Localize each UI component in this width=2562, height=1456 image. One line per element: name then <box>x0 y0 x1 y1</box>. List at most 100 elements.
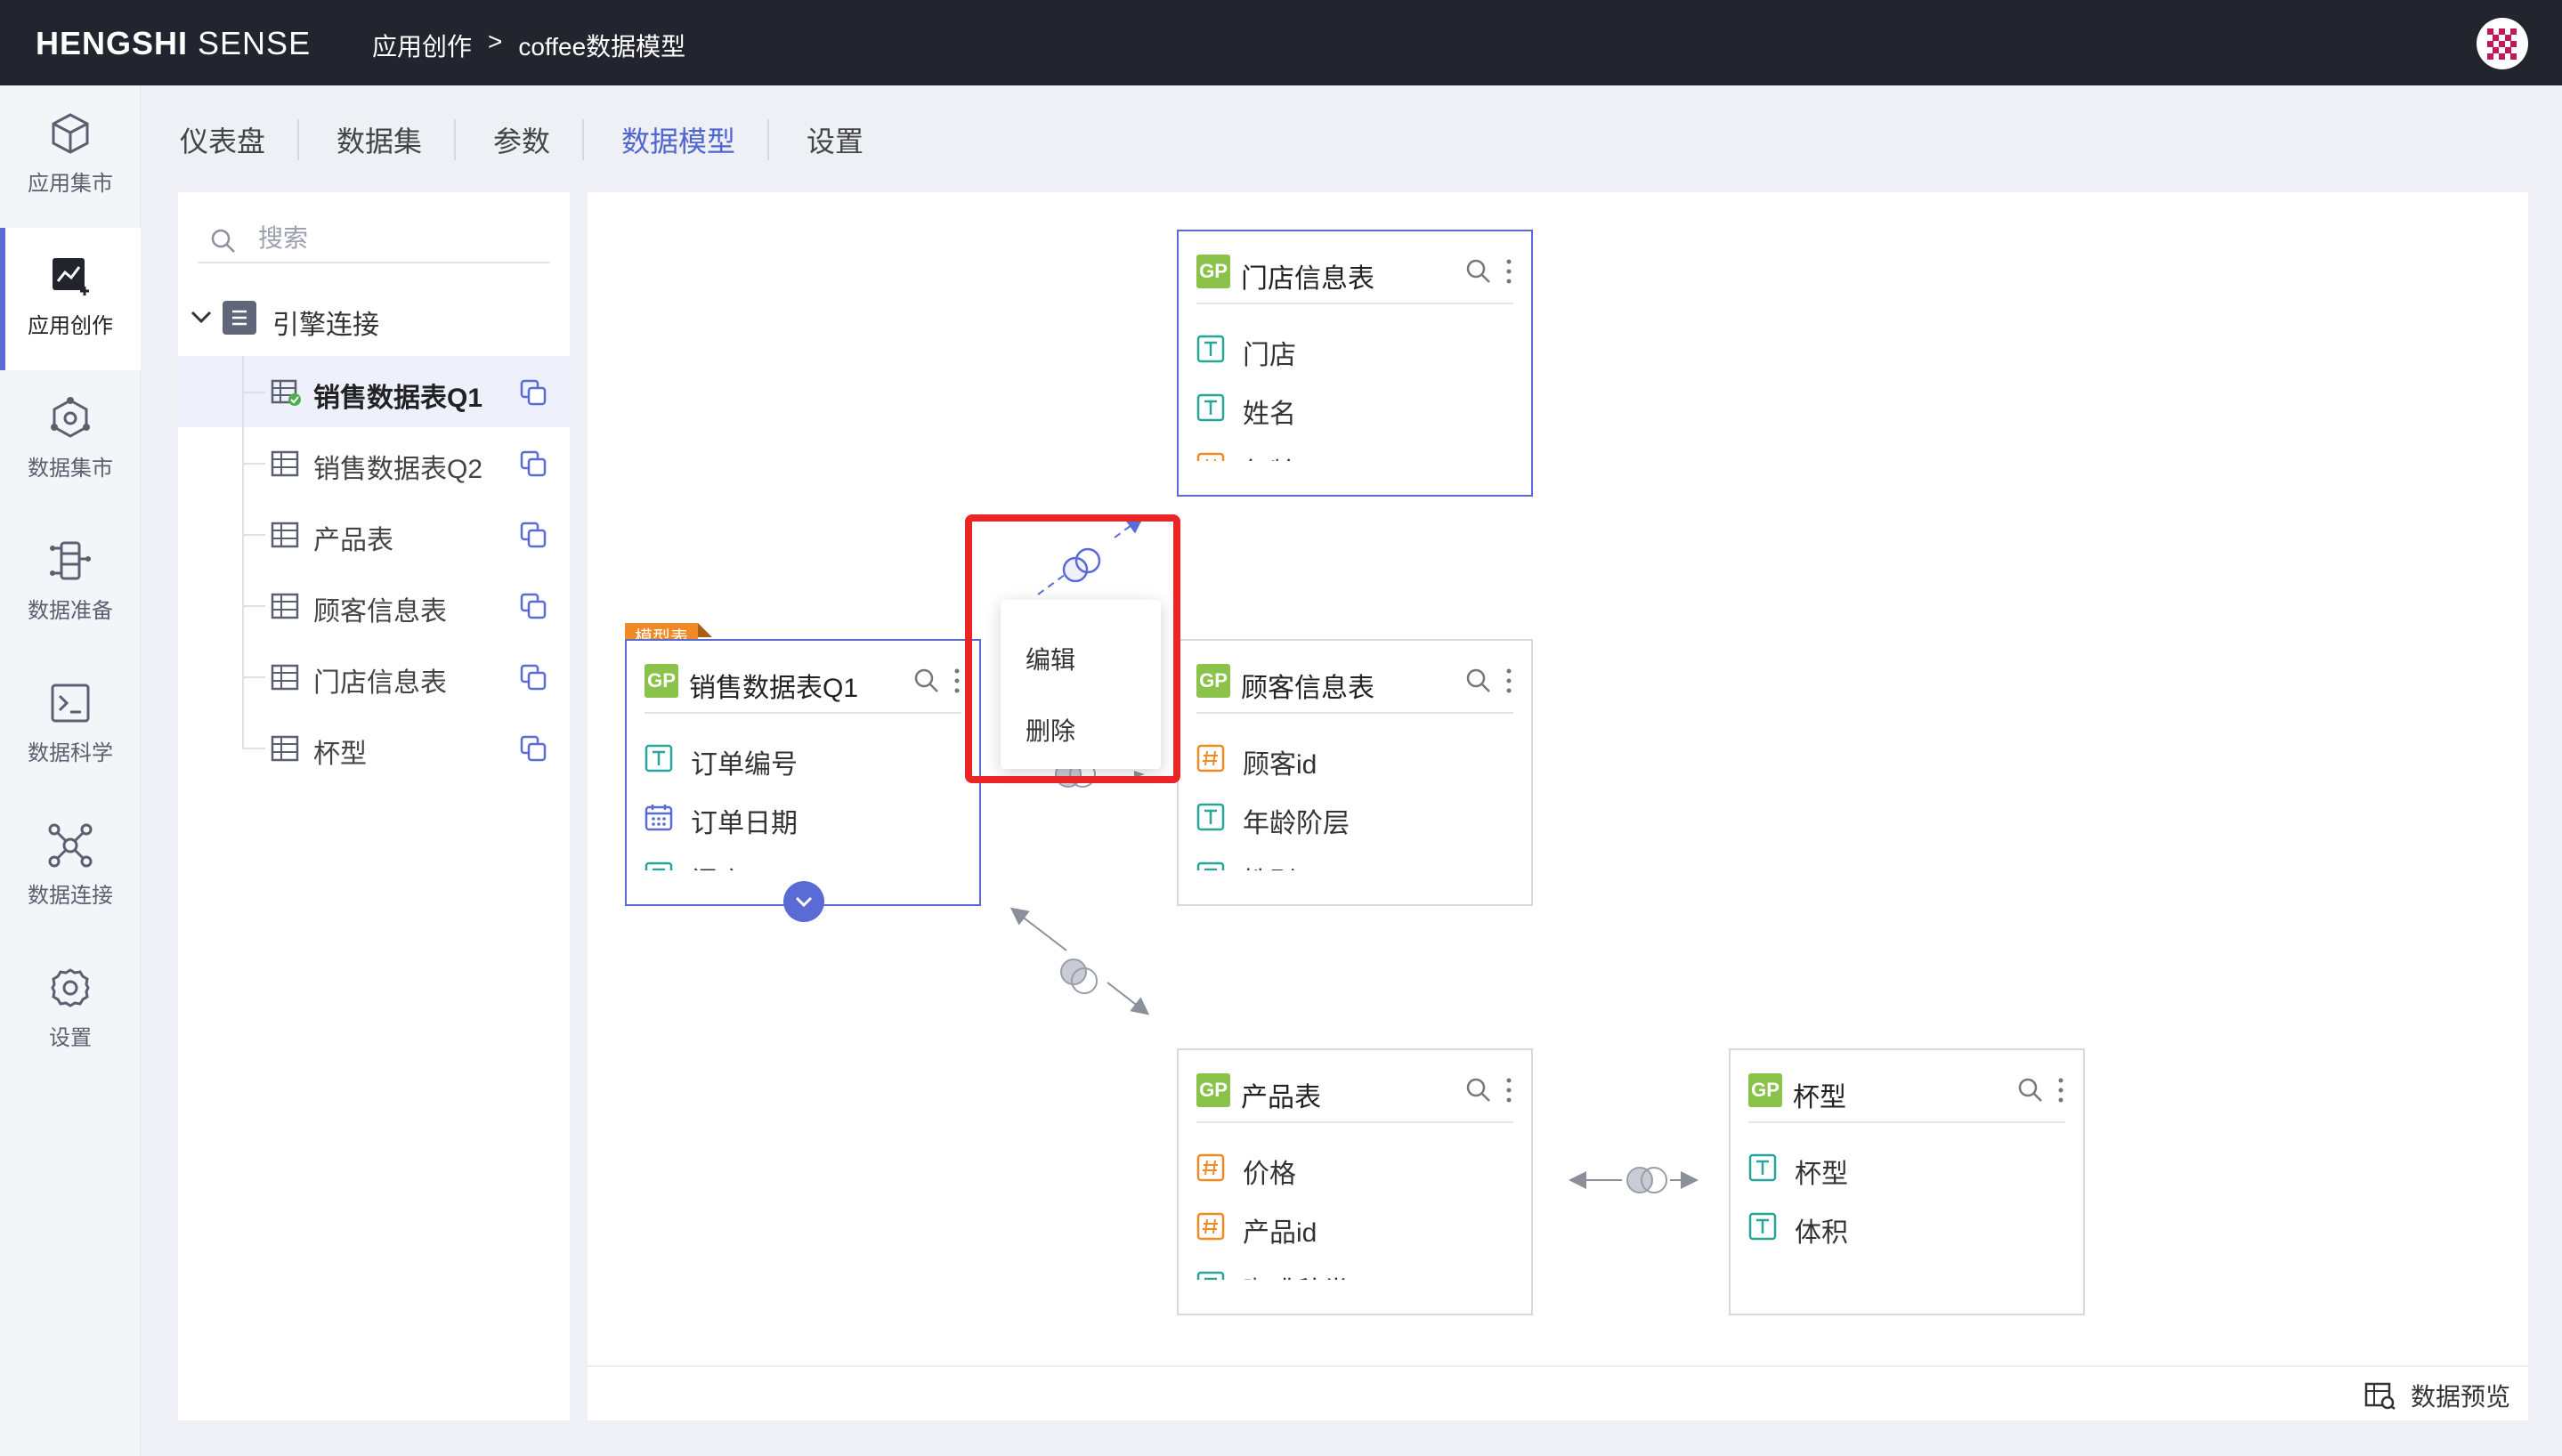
more-icon[interactable] <box>1506 1077 1512 1104</box>
number-type-icon <box>1196 452 1225 461</box>
nav-data-science[interactable]: 数据科学 <box>0 655 141 797</box>
nav-app-create[interactable]: 应用创作 <box>0 228 141 370</box>
copy-icon[interactable] <box>520 522 547 548</box>
avatar[interactable] <box>2477 18 2528 69</box>
search-icon[interactable] <box>2017 1077 2044 1104</box>
field-row[interactable]: 订单编号 <box>645 740 961 780</box>
data-preview-button[interactable]: 数据预览 <box>2364 1378 2510 1413</box>
nav-label: 数据科学 <box>28 741 113 765</box>
table-icon <box>271 593 299 619</box>
copy-icon[interactable] <box>520 593 547 619</box>
nav-label: 数据准备 <box>28 599 113 623</box>
nav-data-connect[interactable]: 数据连接 <box>0 797 141 940</box>
relation-line-product <box>1107 982 1150 1015</box>
tree-item-cup[interactable]: 杯型 <box>178 712 570 783</box>
join-icon-product[interactable] <box>1060 959 1098 994</box>
tree-item-sales-q2[interactable]: 销售数据表Q2 <box>178 427 570 498</box>
search-icon[interactable] <box>913 667 940 694</box>
gp-badge: GP <box>645 664 678 698</box>
nav-data-prep[interactable]: 数据准备 <box>0 513 141 655</box>
field-name: 年龄阶层 <box>1243 809 1350 838</box>
field-row[interactable]: 杯型 <box>1748 1150 2065 1189</box>
field-name: 订单编号 <box>691 750 798 780</box>
more-icon[interactable] <box>954 667 960 694</box>
field-name: 价格 <box>1243 1160 1296 1189</box>
tree-root-label: 引擎连接 <box>272 311 379 340</box>
more-icon[interactable] <box>1506 667 1512 694</box>
field-row[interactable]: 咖啡种类 <box>1196 1267 1513 1280</box>
search-icon[interactable] <box>1465 667 1492 694</box>
nav-settings[interactable]: 设置 <box>0 940 141 1082</box>
search-icon[interactable] <box>1465 1077 1492 1104</box>
table-card-sales-q1[interactable]: GP 销售数据表Q1 订单编号 订单日期 门店 <box>625 639 981 906</box>
data-prep-icon <box>50 541 91 580</box>
tab-params[interactable]: 参数 <box>493 119 550 160</box>
field-row[interactable]: 价格 <box>1196 1150 1513 1189</box>
copy-icon[interactable] <box>520 450 547 477</box>
tree-item-label: 杯型 <box>313 740 367 769</box>
badge-fold <box>698 623 712 637</box>
field-row[interactable]: 顾客id <box>1196 740 1513 780</box>
more-icon[interactable] <box>2058 1077 2063 1104</box>
field-row[interactable]: 门店 <box>1196 331 1513 370</box>
tab-divider <box>454 119 456 160</box>
table-tree-panel: 引擎连接 销售数据表Q1 销售数据表Q2 产品表 顾客信息表 门店信息表 杯型 <box>178 192 570 1420</box>
field-name: 姓名 <box>1243 400 1296 429</box>
tree-item-store[interactable]: 门店信息表 <box>178 641 570 712</box>
tree-item-sales-q1[interactable]: 销售数据表Q1 <box>178 356 570 427</box>
nav-app-market[interactable]: 应用集市 <box>0 85 141 228</box>
nav-data-market[interactable]: 数据集市 <box>0 370 141 513</box>
copy-icon[interactable] <box>520 379 547 406</box>
field-row[interactable]: 订单日期 <box>645 799 961 838</box>
table-card-customer[interactable]: GP 顾客信息表 顾客id 年龄阶层 性别 <box>1177 639 1533 906</box>
brand-logo[interactable]: HENGSHI SENSE <box>36 25 311 62</box>
search-input[interactable] <box>258 224 525 253</box>
field-list: 顾客id 年龄阶层 性别 <box>1179 730 1531 870</box>
field-row[interactable]: 产品id <box>1196 1209 1513 1248</box>
field-name: 顾客id <box>1243 750 1317 780</box>
table-card-cup[interactable]: GP 杯型 杯型 体积 <box>1729 1048 2085 1315</box>
copy-icon[interactable] <box>520 664 547 691</box>
nav-label: 数据连接 <box>28 884 113 908</box>
tree-item-customer[interactable]: 顾客信息表 <box>178 570 570 641</box>
table-card-store[interactable]: GP 门店信息表 门店 姓名 年龄 <box>1177 230 1533 497</box>
model-canvas[interactable]: 模型表 GP 销售数据表Q1 订单编号 订单日期 门店 <box>588 192 2528 1420</box>
text-type-icon <box>645 861 673 870</box>
field-row[interactable]: 体积 <box>1748 1209 2065 1248</box>
tree-root-engine-connection[interactable]: 引擎连接 <box>178 290 570 344</box>
breadcrumb-parent[interactable]: 应用创作 <box>372 28 472 63</box>
search-icon[interactable] <box>1465 258 1492 285</box>
chevron-down-icon[interactable] <box>189 306 214 328</box>
field-row[interactable]: 姓名 <box>1196 390 1513 429</box>
tab-dataset[interactable]: 数据集 <box>336 119 422 160</box>
tree-item-product[interactable]: 产品表 <box>178 498 570 570</box>
copy-icon[interactable] <box>520 735 547 762</box>
tree-item-label: 产品表 <box>313 526 393 555</box>
field-list: 订单编号 订单日期 门店 <box>627 730 979 870</box>
tab-dashboard[interactable]: 仪表盘 <box>180 119 265 160</box>
search-box <box>198 210 550 263</box>
field-name: 产品id <box>1243 1218 1317 1248</box>
tab-data-model[interactable]: 数据模型 <box>621 119 735 160</box>
gp-badge: GP <box>1196 664 1230 698</box>
field-row[interactable]: 年龄阶层 <box>1196 799 1513 838</box>
table-card-product[interactable]: GP 产品表 价格 产品id 咖啡种类 <box>1177 1048 1533 1315</box>
expand-fields-button[interactable] <box>783 881 824 922</box>
field-row[interactable]: 性别 <box>1196 858 1513 870</box>
tree-item-label: 销售数据表Q2 <box>313 455 483 484</box>
breadcrumb: 应用创作 > coffee数据模型 <box>372 28 685 63</box>
number-type-icon <box>1196 744 1225 772</box>
tree-guide-line <box>242 463 265 465</box>
field-row[interactable]: 门店 <box>645 858 961 870</box>
more-icon[interactable] <box>1506 258 1512 285</box>
text-type-icon <box>1748 1212 1777 1241</box>
field-name: 年龄 <box>1243 450 1296 461</box>
nav-label: 设置 <box>49 1026 92 1050</box>
field-row[interactable]: 年龄 <box>1196 449 1513 461</box>
table-card-title: 产品表 <box>1241 1083 1321 1112</box>
hexagon-nodes-icon <box>51 397 90 438</box>
join-icon-cup[interactable] <box>1626 1167 1667 1193</box>
tree-guide-line <box>242 712 244 748</box>
tab-settings[interactable]: 设置 <box>807 119 863 160</box>
top-bar: HENGSHI SENSE 应用创作 > coffee数据模型 <box>0 0 2562 85</box>
